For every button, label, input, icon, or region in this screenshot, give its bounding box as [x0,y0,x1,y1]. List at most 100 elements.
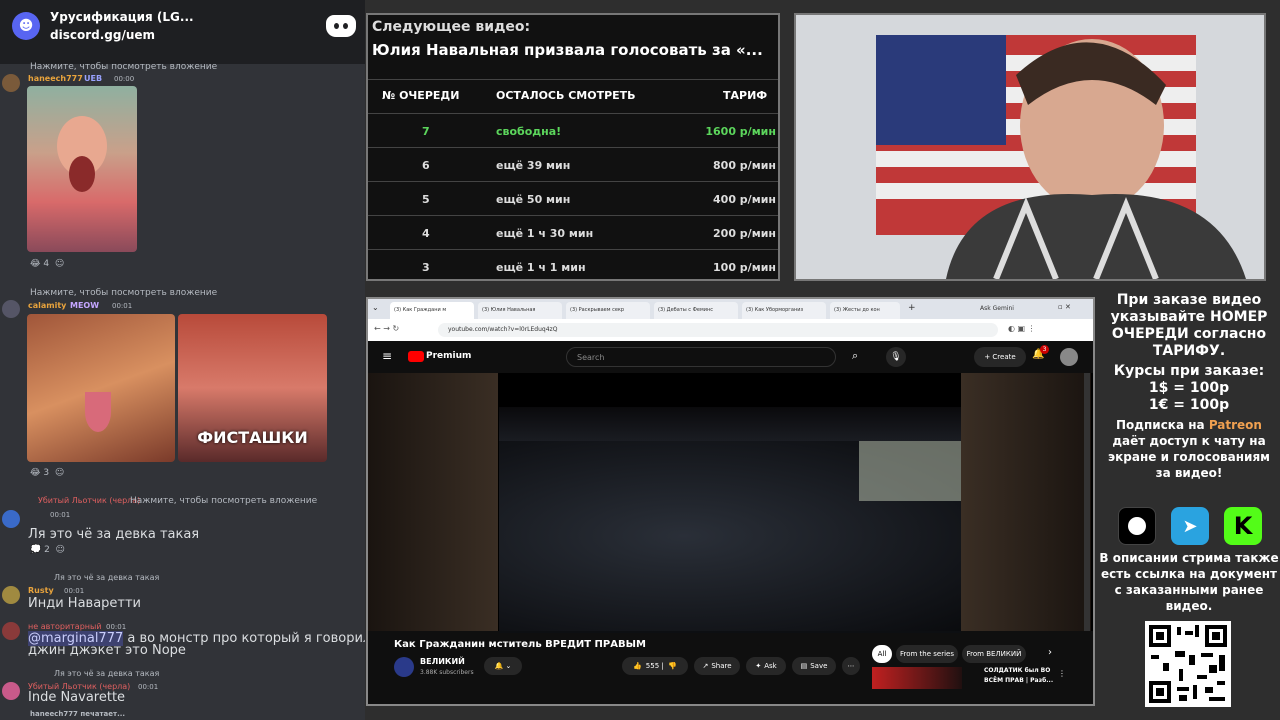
table-row: 4 ещё 1 ч 30 мин 200 р/мин [368,215,778,249]
search-input[interactable]: Search [566,347,836,367]
menu-icon[interactable]: ≡ [382,349,392,363]
browser-tab[interactable]: (3) Как Граждани м [390,302,474,319]
table-row: 7 свободна! 1600 р/мин [368,113,778,147]
youtube-brand[interactable]: Premium [426,351,471,361]
recommended-title[interactable]: ВСЁМ ПРАВ | Разб... [984,677,1053,684]
table-row: 5 ещё 50 мин 400 р/мин [368,181,778,215]
image-caption: ФИСТАШКИ [197,428,308,447]
timestamp: 00:01 [138,683,159,691]
chevron-right-icon[interactable]: › [1048,647,1052,658]
exchange-rate: 1€ = 100р [1148,397,1230,413]
username[interactable]: Убитый Льотчик (черла) [38,496,140,505]
avatar[interactable] [2,682,20,700]
subscribe-bell-button[interactable]: 🔔 ⌄ [484,657,522,675]
new-tab-button[interactable]: + [908,303,916,313]
browser-tab[interactable]: (3) Жесты до кон [830,302,900,319]
table-row: 3 ещё 1 ч 1 мин 100 р/мин [368,249,778,283]
save-button[interactable]: ▤ Save [792,657,836,675]
avatar[interactable] [2,74,20,92]
reply-preview[interactable]: Нажмите, чтобы посмотреть вложение [130,496,317,506]
info-line: есть ссылка на документ [1101,567,1277,581]
url-input[interactable]: youtube.com/watch?v=l0rLEduq4zQ [438,323,998,337]
channel-name[interactable]: ВЕЛИКИЙ [420,657,465,666]
browser-tab[interactable]: (3) Раскрываем секр [566,302,650,319]
chip-from-series[interactable]: From the series [896,645,958,663]
recommended-title[interactable]: СОЛДАТИК был ВО [984,667,1050,674]
video-player[interactable] [368,373,1093,633]
username[interactable]: haneech777 [28,74,83,83]
browser-tab[interactable]: (3) Как Уборморганиз [742,302,826,319]
server-invite: discord.gg/uem [50,28,156,42]
chip-all[interactable]: All [872,645,892,663]
search-icon[interactable]: ⌕ [852,349,858,363]
patreon-icon [1118,507,1156,545]
tab-search-icon[interactable]: ⌄ [372,303,384,315]
subscriber-count: 3.88K subscribers [420,669,474,676]
telegram-icon: ➤ [1171,507,1209,545]
discord-logo-icon [326,15,356,37]
avatar[interactable] [2,300,20,318]
browser-tab[interactable]: (3) Юлия Навальная [478,302,562,319]
browser-tab[interactable]: (3) Дебаты с Феминс [654,302,738,319]
info-line: с заказанными ранее [1114,583,1264,597]
reaction[interactable]: 😂 3 ☺ [30,468,64,478]
create-button[interactable]: + Create [974,347,1026,367]
username[interactable]: не авторитарный [28,622,102,631]
attachment-image[interactable] [27,86,137,252]
timestamp: 00:01 [50,511,71,519]
avatar[interactable] [1060,348,1078,366]
reply-preview[interactable]: Нажмите, чтобы посмотреть вложение [30,62,217,72]
avatar[interactable] [2,586,20,604]
ask-button[interactable]: ✦ Ask [746,657,786,675]
order-queue-panel: Следующее видео: Юлия Навальная призвала… [366,13,780,281]
reaction[interactable]: 😂 4 ☺ [30,259,64,269]
youtube-logo-icon[interactable] [408,351,424,362]
mic-icon[interactable]: 🎙 [886,347,906,367]
reply-preview[interactable]: Ля это чё за девка такая [54,573,159,582]
reaction[interactable]: 💭 2 ☺ [30,545,65,555]
address-bar-row: ← → ↻ youtube.com/watch?v=l0rLEduq4zQ ◐ … [368,319,1093,341]
webcam-image [796,15,1264,279]
message-text: джин джэкет это Nope [28,643,186,658]
recommended-thumbnail[interactable] [872,667,962,689]
username[interactable]: calamity [28,301,66,310]
attachment-image[interactable]: ФИСТАШКИ [178,314,327,462]
user-badge: UEB [84,74,103,83]
window-controls[interactable]: ▫ ✕ [1058,303,1071,311]
typing-indicator: haneech777 печатает... [30,710,126,718]
video-title: Как Гражданин мститель ВРЕДИТ ПРАВЫМ [394,639,646,650]
reply-preview[interactable]: Ля это чё за девка такая [54,669,159,678]
info-line: указывайте НОМЕР [1110,309,1268,325]
timestamp: 00:00 [114,75,135,83]
avatar[interactable] [2,622,20,640]
timestamp: 00:01 [106,623,127,631]
share-button[interactable]: ↗ Share [694,657,740,675]
next-video-label: Следующее видео: [372,19,531,35]
scrollbar[interactable] [1084,373,1090,631]
attachment-image[interactable] [27,314,175,462]
info-line: ОЧЕРЕДИ согласно [1111,326,1267,342]
discord-header: ☻ Урусификация (LG... discord.gg/uem [0,0,365,64]
more-button[interactable]: ⋯ [842,657,860,675]
username[interactable]: Rusty [28,586,54,595]
extension-icons[interactable]: ◐ ▣ ⋮ [1008,324,1036,333]
channel-avatar[interactable] [394,657,414,677]
more-icon[interactable]: ⋮ [1058,669,1066,678]
qr-code [1145,621,1231,707]
info-line: даёт доступ к чату на [1112,434,1266,448]
nav-arrows-icon[interactable]: ← → ↻ [374,324,399,333]
webcam-feed [794,13,1266,281]
like-button[interactable]: 👍 555 | 👎 [622,657,688,675]
kick-icon: K [1224,507,1262,545]
reply-preview[interactable]: Нажмите, чтобы посмотреть вложение [30,288,217,298]
timestamp: 00:01 [112,302,133,310]
chip-from-channel[interactable]: From ВЕЛИКИЙ [962,645,1026,663]
description-note: В описании стрима также есть ссылка на д… [1098,550,1280,614]
info-line: за видео! [1155,466,1223,480]
message-text: Ля это чё за девка такая [28,527,200,542]
column-header: ТАРИФ [723,89,768,102]
browser-window: ⌄ (3) Как Граждани м (3) Юлия Навальная … [366,297,1095,706]
video-frame[interactable] [499,407,961,633]
avatar[interactable] [2,510,20,528]
ask-gemini-button[interactable]: Ask Gemini [980,305,1014,312]
